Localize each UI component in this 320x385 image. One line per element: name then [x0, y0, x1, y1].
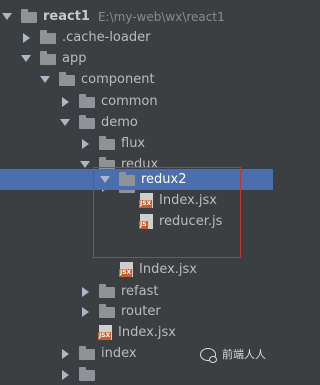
- folder-icon: [99, 304, 115, 318]
- folder-icon: [79, 115, 95, 129]
- tree-item-common[interactable]: common: [0, 91, 273, 112]
- highlight-box: [93, 167, 241, 258]
- folder-icon: [21, 9, 37, 23]
- tree-item-router[interactable]: router: [0, 301, 273, 322]
- tree-item-demo[interactable]: demo: [0, 112, 273, 133]
- jsx-file-icon: JSX: [98, 325, 112, 340]
- chevron-down-icon[interactable]: [21, 55, 31, 62]
- folder-icon: [99, 136, 115, 150]
- tree-item-label: component: [81, 72, 155, 87]
- tree-item-label: flux: [121, 136, 146, 151]
- chevron-right-icon[interactable]: [82, 306, 89, 317]
- folder-icon: [59, 72, 75, 86]
- tree-item-react1[interactable]: react1 E:\my-web\wx\react1: [0, 6, 273, 27]
- tree-item-label: Index.jsx: [139, 262, 197, 277]
- tree-item-refast[interactable]: refast: [0, 281, 273, 302]
- wechat-icon: [200, 347, 217, 363]
- tree-item-redux-index[interactable]: JSX Index.jsx: [0, 259, 273, 280]
- tree-item-label: router: [121, 304, 161, 319]
- folder-icon: [40, 30, 56, 44]
- tree-item-app[interactable]: app: [0, 48, 273, 69]
- folder-icon: [79, 94, 95, 108]
- tree-item-label: .cache-loader: [62, 30, 151, 45]
- project-path: E:\my-web\wx\react1: [97, 9, 225, 24]
- chevron-right-icon[interactable]: [23, 32, 30, 43]
- jsx-file-icon: JSX: [119, 262, 133, 277]
- tree-item-label: Index.jsx: [118, 325, 176, 340]
- folder-icon: [99, 284, 115, 298]
- folder-icon: [40, 51, 56, 65]
- tree-item-label: index: [101, 346, 137, 361]
- tree-item-label: common: [101, 94, 158, 109]
- file-type-tag: JSX: [98, 332, 112, 340]
- folder-icon: [79, 346, 95, 360]
- tree-item-cutoff[interactable]: [0, 364, 273, 385]
- tree-item-label: app: [62, 51, 87, 66]
- tree-item-component[interactable]: component: [0, 69, 273, 90]
- watermark-text: 前端人人: [222, 348, 266, 361]
- chevron-right-icon[interactable]: [82, 138, 89, 149]
- chevron-down-icon[interactable]: [80, 161, 90, 168]
- tree-item-flux[interactable]: flux: [0, 133, 273, 154]
- chevron-right-icon[interactable]: [62, 348, 69, 359]
- chevron-right-icon[interactable]: [62, 369, 69, 380]
- tree-item-label: refast: [121, 284, 159, 299]
- watermark: 前端人人: [200, 346, 266, 363]
- tree-item-demo-index[interactable]: JSX Index.jsx: [0, 322, 273, 343]
- chevron-right-icon[interactable]: [82, 286, 89, 297]
- chevron-down-icon[interactable]: [60, 119, 70, 126]
- chevron-down-icon[interactable]: [2, 13, 12, 20]
- chevron-down-icon[interactable]: [40, 76, 50, 83]
- project-name: react1: [43, 9, 90, 24]
- tree-item-cache-loader[interactable]: .cache-loader: [0, 27, 273, 48]
- file-type-tag: JSX: [119, 269, 133, 277]
- chevron-right-icon[interactable]: [62, 96, 69, 107]
- tree-item-label: demo: [101, 115, 138, 130]
